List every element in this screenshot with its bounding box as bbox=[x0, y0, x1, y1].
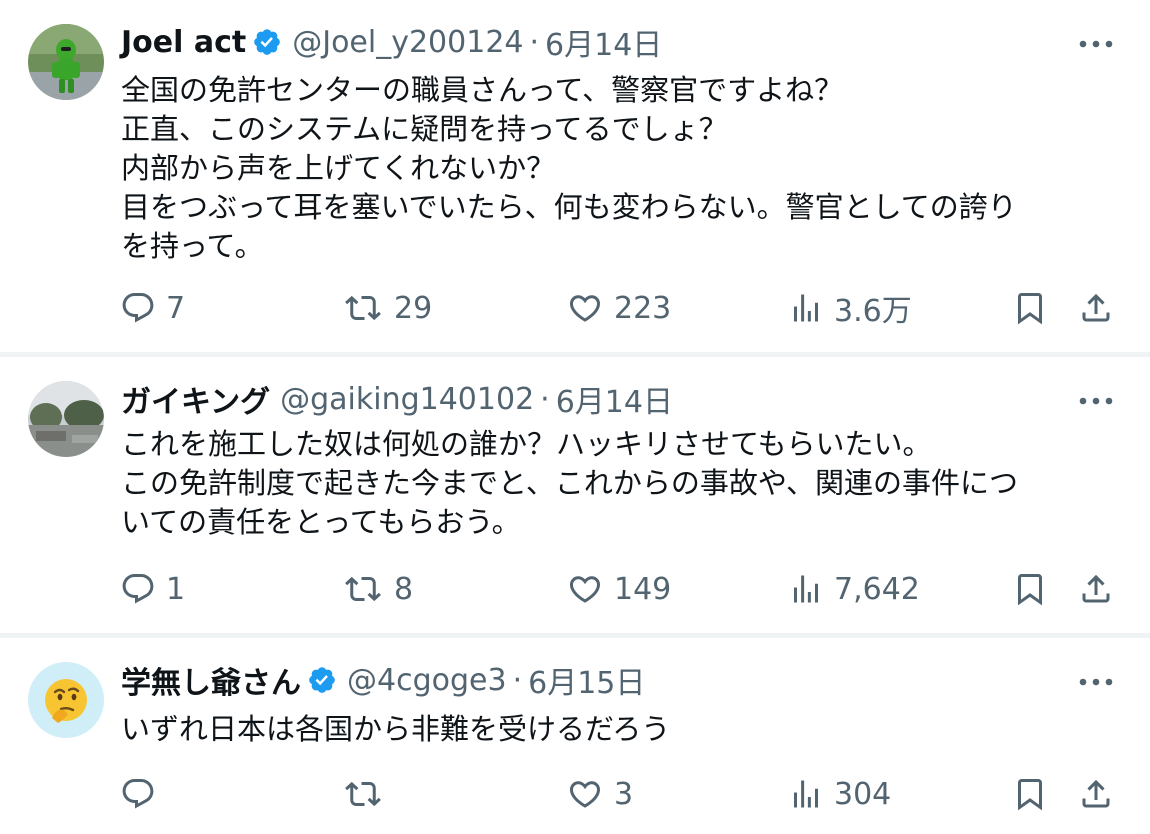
retweet-button[interactable]: 8 bbox=[342, 569, 413, 609]
tweet-3[interactable]: 学無し爺さん @4cgoge3 · 6月15日 いずれ日本は各国から非難を受ける… bbox=[0, 638, 1150, 834]
separator-dot: · bbox=[540, 381, 550, 417]
share-icon bbox=[1082, 293, 1110, 322]
heart-icon bbox=[569, 781, 601, 808]
author-name[interactable]: Joel act bbox=[121, 25, 246, 60]
like-count: 3 bbox=[614, 776, 634, 812]
reply-icon bbox=[122, 779, 154, 809]
author-name[interactable]: ガイキング bbox=[121, 377, 270, 421]
tweet-text-line: 全国の免許センターの職員さんって、警察官ですよね？ bbox=[121, 73, 844, 107]
share-icon bbox=[1082, 574, 1110, 603]
avatar[interactable] bbox=[28, 381, 104, 457]
retweet-icon bbox=[345, 576, 381, 602]
tweet-header: 学無し爺さん @4cgoge3 · 6月15日 bbox=[121, 658, 645, 702]
separator-dot: · bbox=[512, 662, 523, 698]
like-button[interactable]: 149 bbox=[566, 569, 671, 609]
tweet-text: これを施工した奴は何処の誰か？ハッキリさせてもらいたい。 この免許制度で起きた今… bbox=[121, 425, 1120, 542]
tweet-text-line: 正直、このシステムに疑問を持ってるでしょ？ bbox=[121, 112, 728, 146]
tweet-text-line: 内部から声を上げてくれないか？ bbox=[121, 151, 556, 185]
views-button[interactable]: 7,642 bbox=[788, 569, 920, 609]
tweet-text: いずれ日本は各国から非難を受けるだろう bbox=[121, 710, 1120, 749]
like-count: 223 bbox=[614, 290, 672, 326]
tweet-header: ガイキング @gaiking140102 · 6月14日 bbox=[121, 377, 673, 421]
reply-button[interactable]: 1 bbox=[120, 569, 185, 609]
reply-icon bbox=[122, 574, 154, 604]
views-count: 7,642 bbox=[834, 571, 920, 607]
heart-icon bbox=[569, 576, 601, 603]
share-button[interactable] bbox=[1078, 288, 1114, 328]
verified-badge-icon[interactable] bbox=[252, 27, 282, 57]
tweet-text-line: この免許制度で起きた今までと、これからの事故や、関連の事件につ bbox=[121, 466, 1018, 500]
reply-button[interactable] bbox=[120, 774, 166, 814]
author-handle[interactable]: @Joel_y200124 bbox=[292, 25, 523, 60]
reply-button[interactable]: 7 bbox=[120, 288, 185, 328]
like-button[interactable]: 223 bbox=[566, 288, 671, 328]
bookmark-icon bbox=[1018, 574, 1042, 606]
views-count: 304 bbox=[834, 776, 892, 812]
bookmark-button[interactable] bbox=[1012, 288, 1048, 328]
share-icon bbox=[1082, 779, 1110, 808]
separator-dot: · bbox=[529, 24, 540, 60]
tweet-text-line: いずれ日本は各国から非難を受けるだろう bbox=[121, 712, 671, 746]
retweet-icon bbox=[345, 295, 381, 321]
avatar[interactable] bbox=[28, 24, 104, 100]
views-button[interactable]: 3.6万 bbox=[788, 288, 912, 329]
post-date[interactable]: 6月14日 bbox=[556, 377, 673, 421]
reply-count: 7 bbox=[166, 290, 186, 326]
retweet-button[interactable]: 29 bbox=[342, 288, 432, 328]
share-button[interactable] bbox=[1078, 569, 1114, 609]
tweet-text-line: これを施工した奴は何処の誰か？ハッキリさせてもらいたい。 bbox=[121, 427, 932, 461]
author-handle[interactable]: @4cgoge3 bbox=[347, 663, 507, 698]
retweet-icon bbox=[345, 781, 381, 807]
like-button[interactable]: 3 bbox=[566, 774, 633, 814]
avatar[interactable] bbox=[28, 662, 104, 738]
reply-icon bbox=[122, 293, 154, 323]
tweet-1[interactable]: Joel act @Joel_y200124 · 6月14日 全国の免許センター… bbox=[0, 0, 1150, 352]
more-options-icon[interactable] bbox=[1076, 662, 1116, 702]
tweet-text-line: いての責任をとってもらおう。 bbox=[121, 505, 521, 539]
action-bar: 1 8 149 7,642 bbox=[0, 569, 1150, 609]
bookmark-icon bbox=[1018, 779, 1042, 811]
bookmark-button[interactable] bbox=[1012, 569, 1048, 609]
like-count: 149 bbox=[614, 571, 672, 607]
more-options-icon[interactable] bbox=[1076, 24, 1116, 64]
retweet-button[interactable] bbox=[342, 774, 394, 814]
post-date[interactable]: 6月15日 bbox=[528, 658, 645, 702]
retweet-count: 8 bbox=[394, 571, 414, 607]
tweet-2[interactable]: ガイキング @gaiking140102 · 6月14日 これを施工した奴は何処… bbox=[0, 357, 1150, 633]
action-bar: 3 304 bbox=[0, 774, 1150, 814]
bookmark-button[interactable] bbox=[1012, 774, 1048, 814]
heart-icon bbox=[569, 295, 601, 322]
tweet-text-line: を持って。 bbox=[121, 229, 264, 263]
author-handle[interactable]: @gaiking140102 bbox=[280, 382, 534, 417]
views-chart-icon bbox=[794, 575, 818, 603]
retweet-count: 29 bbox=[394, 290, 433, 326]
views-count: 3.6万 bbox=[834, 294, 912, 329]
views-chart-icon bbox=[794, 780, 818, 808]
share-button[interactable] bbox=[1078, 774, 1114, 814]
verified-badge-icon[interactable] bbox=[307, 665, 337, 695]
more-options-icon[interactable] bbox=[1076, 381, 1116, 421]
author-name[interactable]: 学無し爺さん bbox=[121, 658, 301, 702]
bookmark-icon bbox=[1018, 293, 1042, 325]
post-date[interactable]: 6月14日 bbox=[545, 20, 662, 64]
reply-feed: Joel act @Joel_y200124 · 6月14日 全国の免許センター… bbox=[0, 0, 1150, 834]
views-chart-icon bbox=[794, 294, 818, 322]
tweet-text-line: 目をつぶって耳を塞いでいたら、何も変わらない。警官としての誇り bbox=[121, 190, 1017, 224]
reply-count: 1 bbox=[166, 571, 186, 607]
tweet-text: 全国の免許センターの職員さんって、警察官ですよね？ 正直、このシステムに疑問を持… bbox=[121, 71, 1120, 266]
views-button[interactable]: 304 bbox=[788, 774, 891, 814]
tweet-header: Joel act @Joel_y200124 · 6月14日 bbox=[121, 20, 662, 64]
action-bar: 7 29 223 3.6万 bbox=[0, 288, 1150, 329]
